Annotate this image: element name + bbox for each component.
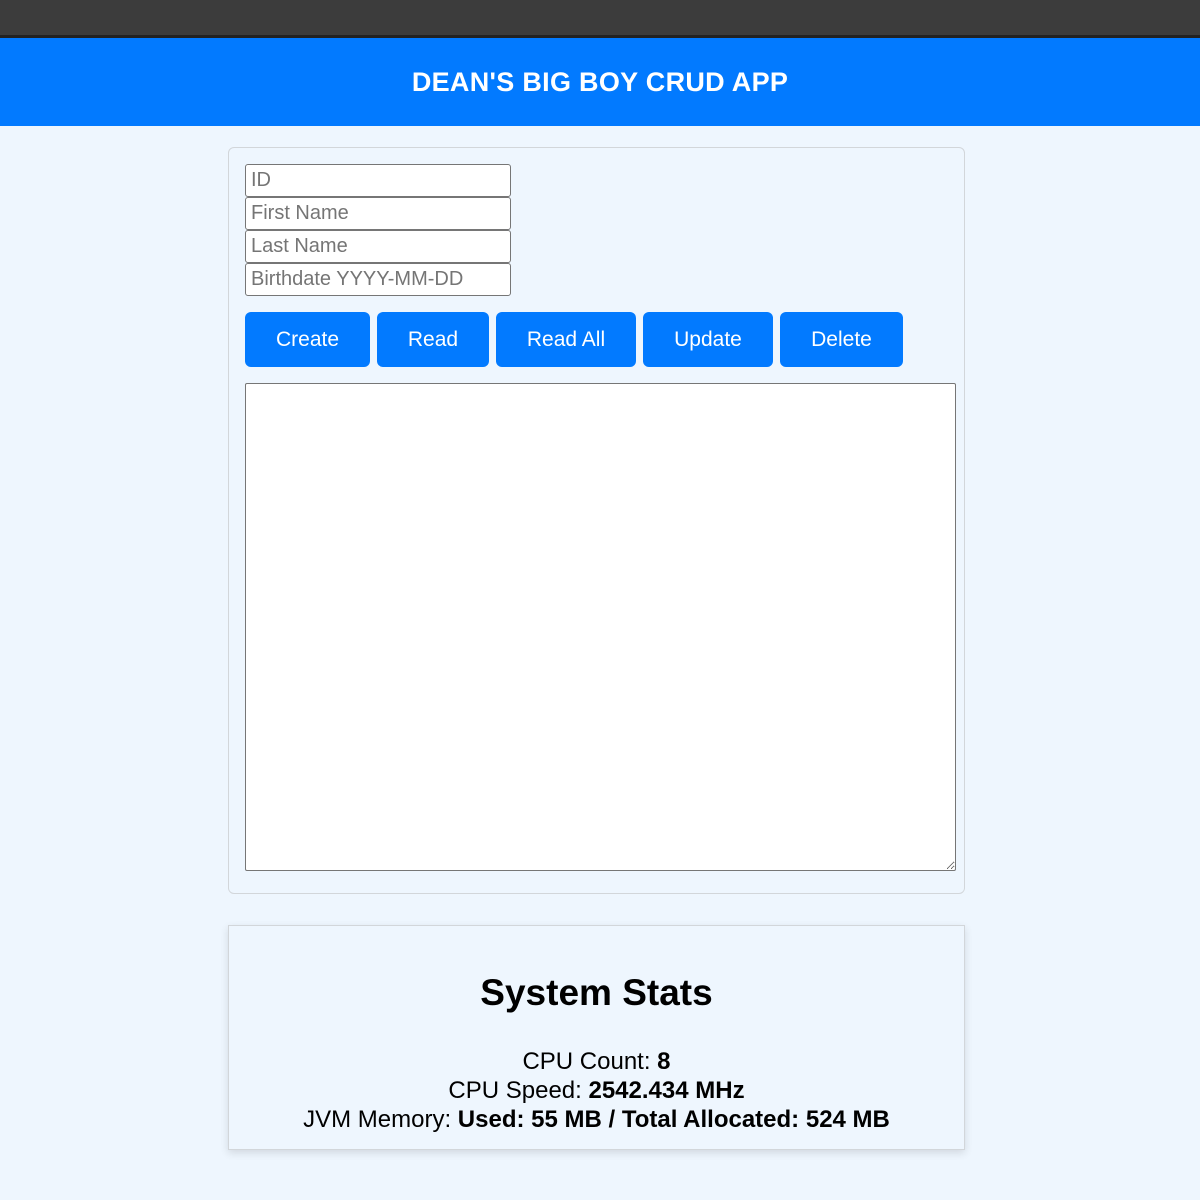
browser-top-bar: [0, 0, 1200, 38]
jvm-memory-value: Used: 55 MB / Total Allocated: 524 MB: [457, 1106, 890, 1133]
app-title: DEAN'S BIG BOY CRUD APP: [411, 66, 789, 97]
cpu-count-value: 8: [657, 1048, 671, 1075]
birthdate-input[interactable]: [245, 263, 511, 296]
cpu-speed-stat: CPU Speed: 2542.434 MHz: [229, 1076, 964, 1105]
id-input[interactable]: [245, 164, 511, 197]
read-all-button[interactable]: Read All: [496, 312, 636, 367]
app-header: DEAN'S BIG BOY CRUD APP: [0, 38, 1200, 126]
read-button[interactable]: Read: [377, 312, 489, 367]
jvm-memory-stat: JVM Memory: Used: 55 MB / Total Allocate…: [229, 1105, 964, 1134]
first-name-input[interactable]: [245, 197, 511, 230]
output-textarea[interactable]: [245, 383, 956, 871]
jvm-memory-label: JVM Memory:: [303, 1106, 458, 1133]
cpu-count-label: CPU Count:: [522, 1048, 658, 1075]
cpu-count-stat: CPU Count: 8: [229, 1047, 964, 1076]
cpu-speed-value: 2542.434 MHz: [588, 1077, 745, 1104]
cpu-speed-label: CPU Speed:: [448, 1077, 589, 1104]
delete-button[interactable]: Delete: [780, 312, 903, 367]
create-button[interactable]: Create: [245, 312, 370, 367]
crud-panel: Create Read Read All Update Delete: [228, 147, 965, 894]
system-stats-title: System Stats: [480, 972, 713, 1013]
update-button[interactable]: Update: [643, 312, 773, 367]
system-stats-panel: System Stats CPU Count: 8 CPU Speed: 254…: [228, 925, 965, 1150]
last-name-input[interactable]: [245, 230, 511, 263]
